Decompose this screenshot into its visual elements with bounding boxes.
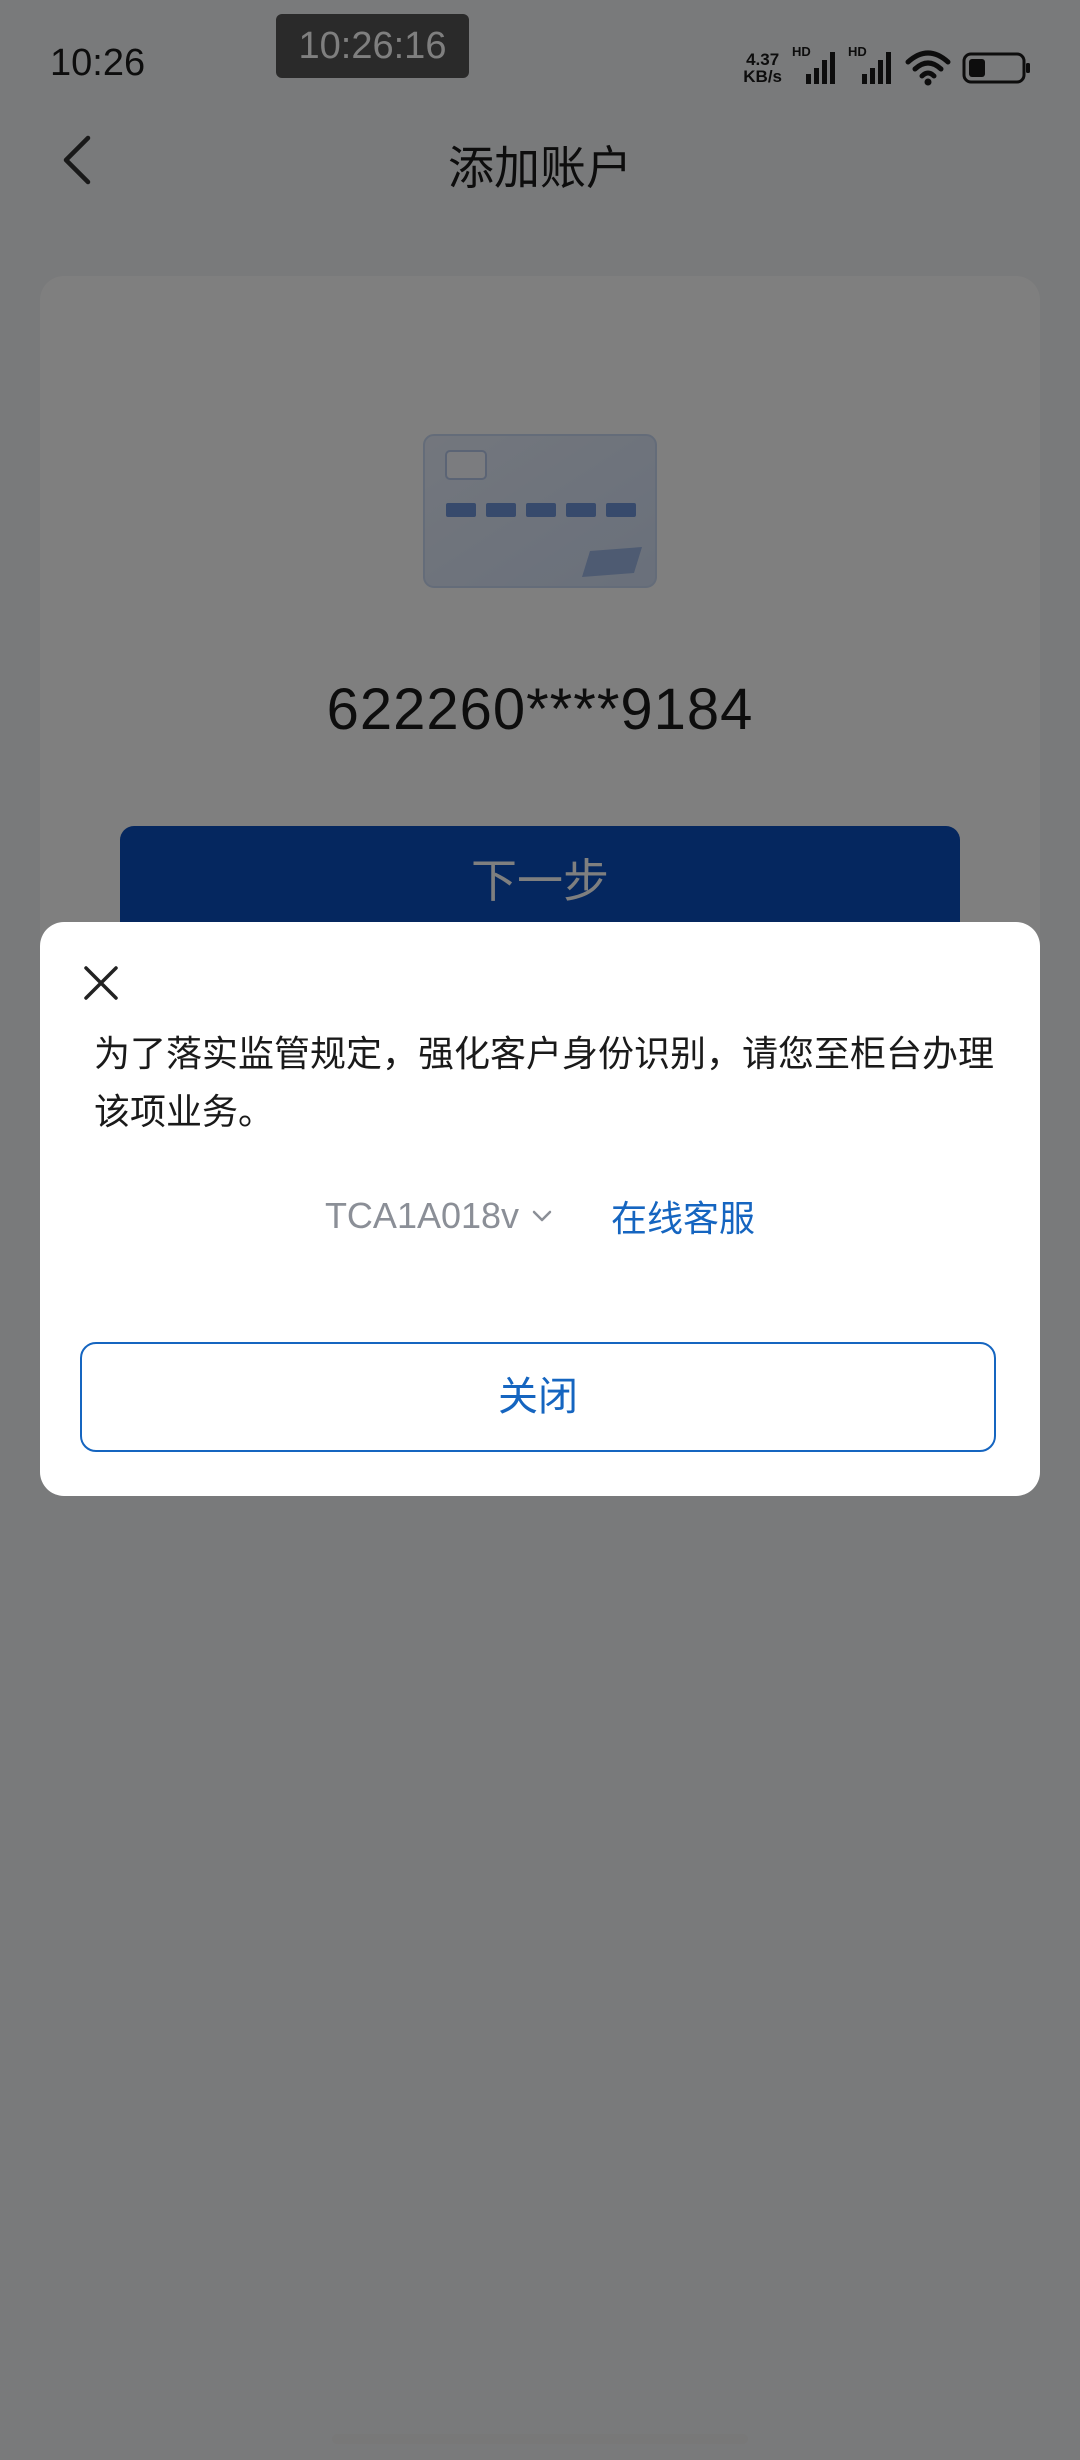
- online-service-link[interactable]: 在线客服: [611, 1190, 755, 1242]
- dialog-message: 为了落实监管规定，强化客户身份识别，请您至柜台办理该项业务。: [94, 1034, 995, 1133]
- notice-dialog: 为了落实监管规定，强化客户身份识别，请您至柜台办理该项业务。 TCA1A018v…: [40, 922, 1040, 1496]
- dialog-meta: TCA1A018v 在线客服: [40, 1186, 1040, 1246]
- close-icon[interactable]: [78, 960, 124, 1006]
- error-code: TCA1A018v: [324, 1195, 520, 1236]
- chevron-down-icon: [532, 1210, 552, 1222]
- close-button[interactable]: 关闭: [80, 1342, 996, 1452]
- error-code-dropdown[interactable]: TCA1A018v: [325, 1195, 555, 1237]
